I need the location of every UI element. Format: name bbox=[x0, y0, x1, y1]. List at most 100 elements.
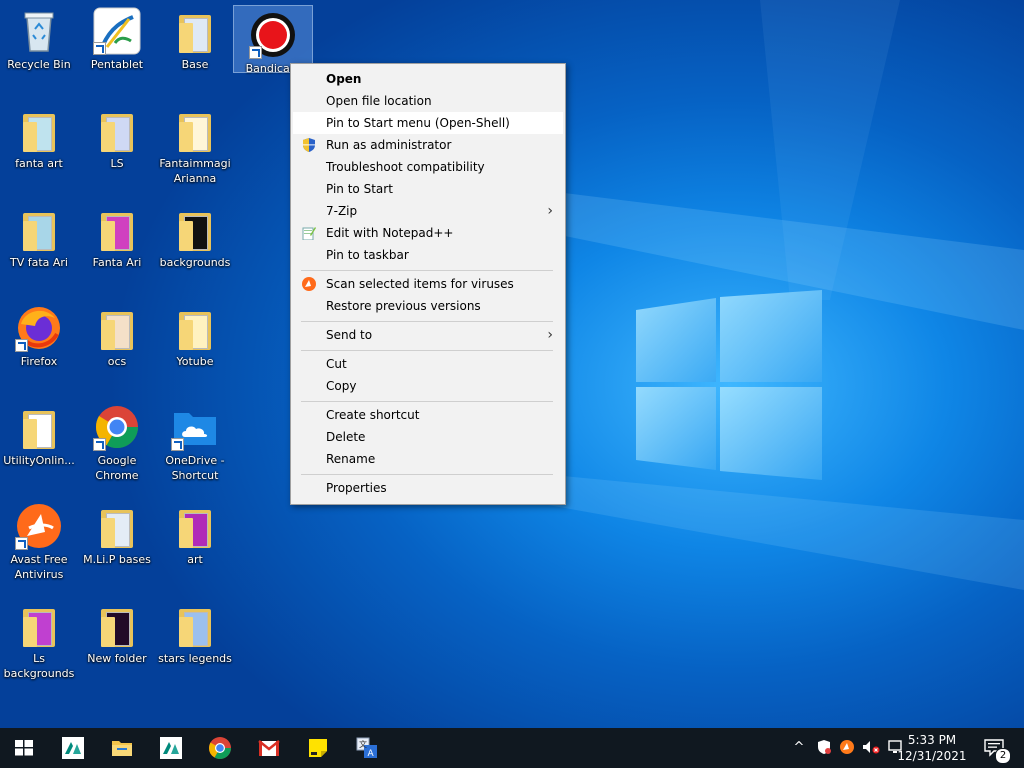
desktop-icon-new-folder[interactable]: New folder bbox=[78, 596, 156, 666]
menu-item-label: Properties bbox=[326, 481, 387, 495]
tray-avast-icon[interactable] bbox=[838, 739, 856, 757]
folder-icon bbox=[101, 114, 133, 152]
taskbar-gmail[interactable] bbox=[245, 728, 293, 768]
taskbar-file-explorer[interactable] bbox=[98, 728, 146, 768]
icon-label: TV fata Ari bbox=[9, 256, 68, 269]
menu-item-label: Troubleshoot compatibility bbox=[326, 160, 485, 174]
shortcut-arrow-icon bbox=[93, 42, 106, 55]
taskbar-credit-agricole-1[interactable] bbox=[49, 728, 97, 768]
desktop-icon-mlip-bases[interactable]: M.Li.P bases bbox=[78, 497, 156, 567]
menu-item-send-to[interactable]: Send to › bbox=[293, 324, 563, 346]
taskbar-sticky-notes[interactable] bbox=[294, 728, 342, 768]
desktop-icon-firefox[interactable]: Firefox bbox=[0, 299, 78, 369]
recycle-bin-icon bbox=[24, 12, 54, 52]
desktop-icon-art[interactable]: art bbox=[156, 497, 234, 567]
uac-shield-icon bbox=[303, 138, 315, 152]
folder-icon bbox=[101, 510, 133, 548]
menu-item-label: Delete bbox=[326, 430, 366, 444]
desktop-icon-ocs[interactable]: ocs bbox=[78, 299, 156, 369]
desktop-icon-base[interactable]: Base bbox=[156, 2, 234, 72]
tray-overflow-chevron[interactable]: ^ bbox=[790, 739, 808, 757]
shortcut-arrow-icon bbox=[15, 339, 28, 352]
menu-item-restore-previous-versions[interactable]: Restore previous versions bbox=[293, 295, 563, 317]
menu-separator bbox=[301, 270, 553, 271]
folder-icon bbox=[179, 609, 211, 647]
desktop-icon-ls-backgrounds[interactable]: Ls backgrounds bbox=[0, 596, 78, 681]
menu-item-troubleshoot-compatibility[interactable]: Troubleshoot compatibility bbox=[293, 156, 563, 178]
menu-item-open-file-location[interactable]: Open file location bbox=[293, 90, 563, 112]
menu-item-pin-to-start[interactable]: Pin to Start bbox=[293, 178, 563, 200]
tray-volume-muted[interactable] bbox=[862, 739, 880, 757]
windows-security-icon bbox=[818, 740, 831, 754]
context-menu: Open Open file location Pin to Start men… bbox=[290, 63, 566, 505]
icon-label: New folder bbox=[87, 652, 147, 665]
desktop-icon-onedrive-shortcut[interactable]: OneDrive - Shortcut bbox=[156, 398, 234, 483]
menu-item-pin-to-taskbar[interactable]: Pin to taskbar bbox=[293, 244, 563, 266]
menu-item-properties[interactable]: Properties bbox=[293, 477, 563, 499]
menu-item-label: Copy bbox=[326, 379, 357, 393]
menu-item-delete[interactable]: Delete bbox=[293, 426, 563, 448]
menu-item-rename[interactable]: Rename bbox=[293, 448, 563, 470]
menu-item-label: Run as administrator bbox=[326, 138, 452, 152]
icon-label: Yotube bbox=[176, 355, 214, 368]
folder-icon bbox=[23, 609, 55, 647]
desktop-icon-fantaimmagi-arianna[interactable]: Fantaimmagi Arianna bbox=[156, 101, 234, 186]
desktop-icon-backgrounds[interactable]: backgrounds bbox=[156, 200, 234, 270]
menu-separator bbox=[301, 321, 553, 322]
menu-item-create-shortcut[interactable]: Create shortcut bbox=[293, 404, 563, 426]
folder-icon bbox=[179, 213, 211, 251]
menu-item-copy[interactable]: Copy bbox=[293, 375, 563, 397]
menu-item-pin-to-start-menu-open-shell[interactable]: Pin to Start menu (Open-Shell) bbox=[293, 112, 563, 134]
icon-label: Google Chrome bbox=[95, 454, 139, 482]
taskbar-chrome[interactable] bbox=[196, 728, 244, 768]
start-button[interactable] bbox=[0, 728, 48, 768]
folder-icon bbox=[23, 114, 55, 152]
menu-item-label: 7-Zip bbox=[326, 204, 358, 218]
icon-label: Recycle Bin bbox=[7, 58, 71, 71]
menu-item-cut[interactable]: Cut bbox=[293, 353, 563, 375]
menu-item-7zip[interactable]: 7-Zip › bbox=[293, 200, 563, 222]
desktop-icon-google-chrome[interactable]: Google Chrome bbox=[78, 398, 156, 483]
menu-item-open[interactable]: Open bbox=[293, 68, 563, 90]
icon-label: ocs bbox=[107, 355, 127, 368]
desktop-icon-fanta-ari[interactable]: Fanta Ari bbox=[78, 200, 156, 270]
desktop-icon-yotube[interactable]: Yotube bbox=[156, 299, 234, 369]
desktop-icon-ls[interactable]: LS bbox=[78, 101, 156, 171]
taskbar-translator[interactable]: A 文 bbox=[343, 728, 391, 768]
credit-agricole-icon bbox=[62, 737, 84, 759]
tray-security-icon[interactable] bbox=[815, 739, 833, 757]
desktop-icon-tv-fata-ari[interactable]: TV fata Ari bbox=[0, 200, 78, 270]
desktop-icon-recycle-bin[interactable]: Recycle Bin bbox=[0, 2, 78, 72]
menu-item-label: Restore previous versions bbox=[326, 299, 481, 313]
windows-start-icon bbox=[15, 740, 33, 756]
shortcut-arrow-icon bbox=[93, 438, 106, 451]
icon-label: M.Li.P bases bbox=[83, 553, 151, 566]
desktop-icon-utilityonline[interactable]: UtilityOnlin... bbox=[0, 398, 78, 468]
icon-label: Pentablet bbox=[90, 58, 144, 71]
volume-muted-icon bbox=[863, 741, 880, 754]
menu-item-scan-for-viruses[interactable]: Scan selected items for viruses bbox=[293, 273, 563, 295]
desktop-icon-stars-legends[interactable]: stars legends bbox=[156, 596, 234, 666]
icon-label: Fanta Ari bbox=[92, 256, 142, 269]
icon-label: stars legends bbox=[158, 652, 232, 665]
icon-label: backgrounds bbox=[159, 256, 231, 269]
desktop-icon-fanta-art[interactable]: fanta art bbox=[0, 101, 78, 171]
clock-time: 5:33 PM bbox=[907, 733, 957, 747]
menu-item-edit-with-notepadpp[interactable]: Edit with Notepad++ bbox=[293, 222, 563, 244]
svg-text:文: 文 bbox=[359, 739, 367, 749]
menu-item-run-as-administrator[interactable]: Run as administrator bbox=[293, 134, 563, 156]
notification-count-badge: 2 bbox=[995, 748, 1011, 764]
action-center-button[interactable]: 2 bbox=[972, 728, 1012, 768]
chevron-right-icon: › bbox=[547, 203, 553, 219]
translate-icon: A 文 bbox=[356, 737, 377, 759]
desktop-icon-pentablet[interactable]: Pentablet bbox=[78, 2, 156, 72]
menu-separator bbox=[301, 350, 553, 351]
menu-item-label: Pin to taskbar bbox=[326, 248, 409, 262]
credit-agricole-icon bbox=[160, 737, 182, 759]
avast-icon bbox=[840, 740, 854, 754]
icon-label: Firefox bbox=[20, 355, 58, 368]
taskbar-clock[interactable]: 5:33 PM 12/31/2021 bbox=[897, 732, 967, 764]
desktop-icon-avast[interactable]: Avast Free Antivirus bbox=[0, 497, 78, 582]
menu-separator bbox=[301, 401, 553, 402]
taskbar-credit-agricole-2[interactable] bbox=[147, 728, 195, 768]
